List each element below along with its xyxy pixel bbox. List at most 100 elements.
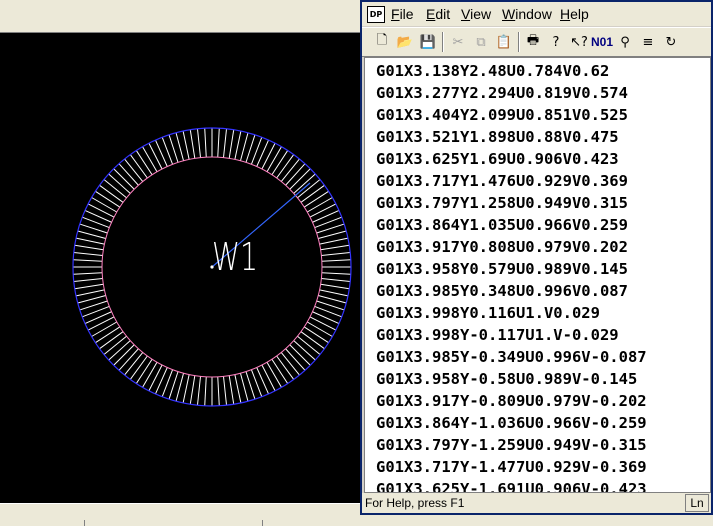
code-line[interactable]: G01X3.717Y-1.477U0.929V-0.369 — [376, 456, 647, 478]
code-line[interactable]: G01X3.277Y2.294U0.819V0.574 — [376, 82, 647, 104]
code-line[interactable]: G01X3.998Y0.116U1.V0.029 — [376, 302, 647, 324]
hatch-segment — [84, 311, 112, 324]
hatch-segment — [256, 367, 269, 395]
n01-icon[interactable]: N01 — [591, 32, 613, 52]
save-icon[interactable]: 💾 — [418, 32, 438, 52]
code-line[interactable]: G01X3.797Y-1.259U0.949V-0.315 — [376, 434, 647, 456]
hatch-segment — [91, 321, 117, 337]
hatch-segment — [189, 129, 196, 159]
code-line[interactable]: G01X3.625Y-1.691U0.906V-0.423 — [376, 478, 647, 492]
hatch-segment — [285, 348, 306, 371]
hatch-segment — [196, 376, 201, 406]
open-folder-icon[interactable]: 📂 — [395, 32, 415, 52]
hatch-segment — [75, 289, 105, 297]
code-lines: G01X3.138Y2.48U0.784V0.62 G01X3.277Y2.294… — [376, 60, 647, 492]
hatch-segment — [303, 190, 329, 208]
hatch-segment — [155, 367, 168, 395]
code-line[interactable]: G01X3.138Y2.48U0.784V0.62 — [376, 60, 647, 82]
code-line[interactable]: G01X3.717Y1.476U0.929V0.369 — [376, 170, 647, 192]
hatch-segment — [319, 237, 349, 245]
hatch-segment — [124, 352, 144, 376]
hatch-segment — [223, 376, 228, 406]
hatch-segment — [217, 376, 220, 406]
code-line[interactable]: G01X3.521Y1.898U0.88V0.475 — [376, 126, 647, 148]
app-system-icon[interactable]: DP — [367, 6, 385, 23]
hatch-segment — [84, 210, 112, 223]
hatch-segment — [234, 130, 242, 160]
hatch-segment — [276, 154, 295, 179]
menu-bar: DP File Edit View Window Help — [362, 2, 711, 26]
hatch-segment — [289, 344, 311, 366]
hatch-segment — [266, 362, 282, 388]
menu-edit[interactable]: Edit — [426, 6, 450, 22]
code-line[interactable]: G01X3.797Y1.258U0.949V0.315 — [376, 192, 647, 214]
hatch-segment — [239, 373, 249, 402]
hatch-segment — [73, 251, 103, 256]
toolbar-separator — [518, 32, 520, 52]
toolbar-separator — [442, 32, 444, 52]
code-line[interactable]: G01X3.864Y1.035U0.966V0.259 — [376, 214, 647, 236]
code-line[interactable]: G01X3.625Y1.69U0.906V0.423 — [376, 148, 647, 170]
menu-edit-rest: dit — [435, 6, 451, 22]
hatch-segment — [223, 128, 228, 158]
hatch-segment — [285, 163, 306, 186]
code-line[interactable]: G01X3.985Y0.348U0.996V0.087 — [376, 280, 647, 302]
hatch-segment — [261, 364, 276, 392]
code-line[interactable]: G01X3.958Y-0.58U0.989V-0.145 — [376, 368, 647, 390]
paste-icon[interactable]: 📋 — [494, 32, 514, 52]
hatch-segment — [99, 331, 124, 350]
code-line[interactable]: G01X3.958Y0.579U0.989V0.145 — [376, 258, 647, 280]
hatch-segment — [280, 158, 300, 182]
hatch-segment — [182, 374, 190, 404]
toolpath-drawing: W1 — [72, 127, 352, 407]
menu-file-rest: ile — [399, 6, 414, 22]
code-line[interactable]: G01X3.917Y0.808U0.979V0.202 — [376, 236, 647, 258]
hatch-segment — [108, 340, 131, 361]
hatch-segment — [228, 129, 235, 159]
hatch-segment — [312, 311, 340, 324]
toolbar: 🗋 📂 💾 ✂ ⧉ 📋 🖶 ? ↖? N01 ⚲ ≡ ↻ — [362, 27, 711, 57]
hatch-segment — [196, 128, 201, 158]
hatch-segment — [103, 179, 127, 199]
hatch-segment — [95, 326, 121, 344]
hatch-segment — [318, 230, 347, 240]
hatch-segment — [135, 358, 153, 384]
hatch-segment — [321, 272, 351, 275]
code-line[interactable]: G01X3.864Y-1.036U0.966V-0.259 — [376, 412, 647, 434]
hatch-segment — [234, 374, 242, 404]
copy-icon[interactable]: ⧉ — [471, 32, 491, 52]
code-line[interactable]: G01X3.998Y-0.117U1.V-0.029 — [376, 324, 647, 346]
menu-window-rest: indow — [515, 6, 552, 22]
find-icon[interactable]: ⚲ — [615, 32, 635, 52]
code-line[interactable]: G01X3.404Y2.099U0.851V0.525 — [376, 104, 647, 126]
hatch-segment — [91, 197, 117, 213]
help-icon[interactable]: ? — [546, 32, 566, 52]
stack-icon[interactable]: ≡ — [638, 32, 658, 52]
new-file-icon[interactable]: 🗋 — [372, 32, 392, 52]
code-line[interactable]: G01X3.917Y-0.809U0.979V-0.202 — [376, 390, 647, 412]
hatch-segment — [142, 146, 158, 172]
hatch-segment — [204, 128, 207, 158]
hatch-segment — [175, 373, 185, 402]
print-icon[interactable]: 🖶 — [523, 32, 543, 52]
hatch-segment — [303, 326, 329, 344]
cad-viewport[interactable]: W1 — [0, 33, 360, 503]
nc-editor-window[interactable]: DP File Edit View Window Help 🗋 📂 💾 ✂ ⧉ … — [360, 0, 713, 515]
menu-view[interactable]: View — [461, 6, 491, 22]
menu-file[interactable]: File — [391, 6, 414, 22]
hatch-segment — [142, 362, 158, 388]
hatch-segment — [182, 130, 190, 160]
hatch-segment — [266, 146, 282, 172]
hatch-segment — [77, 294, 106, 304]
menu-help[interactable]: Help — [560, 6, 589, 22]
hatch-segment — [204, 376, 207, 406]
context-help-icon[interactable]: ↖? — [569, 32, 589, 52]
cut-icon[interactable]: ✂ — [448, 32, 468, 52]
hatch-segment — [300, 331, 325, 350]
hatch-segment — [321, 251, 351, 256]
code-line[interactable]: G01X3.985Y-0.349U0.996V-0.087 — [376, 346, 647, 368]
hatch-segment — [118, 348, 139, 371]
code-editor[interactable]: G01X3.138Y2.48U0.784V0.62 G01X3.277Y2.294… — [364, 57, 711, 493]
menu-window[interactable]: Window — [502, 6, 552, 22]
renumber-icon[interactable]: ↻ — [661, 32, 681, 52]
